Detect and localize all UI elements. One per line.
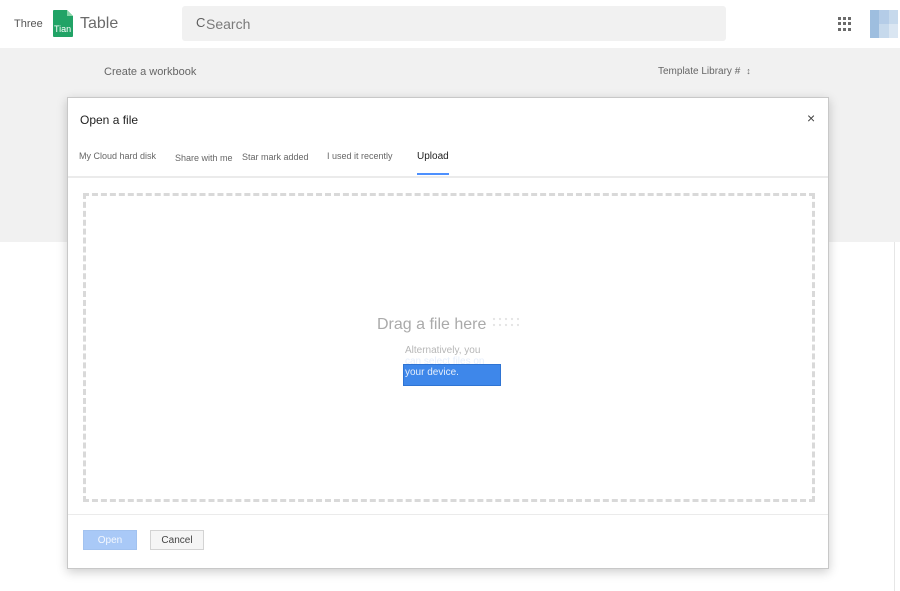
tab-my-cloud-disk[interactable]: My Cloud hard disk (79, 146, 156, 175)
file-drop-zone[interactable]: Drag a file here Alternatively, you can … (83, 193, 815, 502)
dialog-title: Open a file (80, 113, 139, 127)
avatar-block (879, 10, 889, 24)
select-files-hint: Alternatively, you can select files on y… (405, 345, 501, 378)
main-menu-label[interactable]: Three (14, 18, 43, 30)
app-title[interactable]: Table (80, 15, 118, 33)
scrollbar-track[interactable] (894, 242, 895, 591)
footer-divider (68, 514, 828, 515)
search-box[interactable]: C (182, 6, 726, 41)
drop-zone-heading: Drag a file here (377, 316, 487, 333)
apps-dot (843, 22, 846, 26)
drop-zone-dots (491, 316, 519, 330)
apps-dot (838, 17, 841, 20)
tab-upload[interactable]: Upload (417, 146, 449, 175)
close-icon[interactable]: × (807, 110, 815, 126)
avatar-block (870, 10, 879, 38)
tab-recent[interactable]: I used it recently (327, 146, 393, 175)
tab-label: Share with me (175, 153, 233, 163)
tab-starred[interactable]: Star mark added (242, 147, 309, 176)
cancel-button[interactable]: Cancel (150, 530, 204, 550)
open-button[interactable]: Open (83, 530, 137, 550)
avatar-block (889, 24, 898, 38)
sheets-logo-icon[interactable]: Tian (53, 10, 73, 37)
top-header: Three Tian Table C (0, 0, 900, 48)
apps-dot (848, 17, 851, 20)
tab-label: I used it recently (327, 151, 393, 161)
tab-label: Star mark added (242, 152, 309, 162)
template-library-label: Template Library # (658, 66, 741, 77)
logo-text: Tian (54, 24, 72, 34)
template-library-button[interactable]: Template Library # ↕ (658, 66, 751, 77)
apps-dot (848, 27, 851, 31)
create-workbook-label: Create a workbook (104, 66, 197, 78)
tab-shared-with-me[interactable]: Share with me (175, 148, 233, 177)
hint-line: your device. (405, 367, 459, 378)
apps-dot (843, 17, 846, 20)
tabs-divider (68, 176, 828, 178)
apps-dot (838, 27, 841, 31)
apps-dot (838, 22, 841, 26)
avatar[interactable] (870, 10, 898, 38)
hint-line: Alternatively, you (405, 345, 481, 356)
dialog-tabs: My Cloud hard disk Share with me Star ma… (68, 146, 828, 177)
apps-dot (848, 22, 851, 26)
tab-label: Upload (417, 151, 449, 162)
apps-grid-icon[interactable] (838, 17, 852, 31)
hint-line: can select files on (405, 356, 485, 367)
apps-dot (843, 27, 846, 31)
expand-arrows-icon: ↕ (746, 66, 751, 76)
open-file-dialog: Open a file × My Cloud hard disk Share w… (67, 97, 829, 569)
search-input[interactable] (204, 11, 708, 37)
tab-label: My Cloud hard disk (79, 151, 157, 161)
